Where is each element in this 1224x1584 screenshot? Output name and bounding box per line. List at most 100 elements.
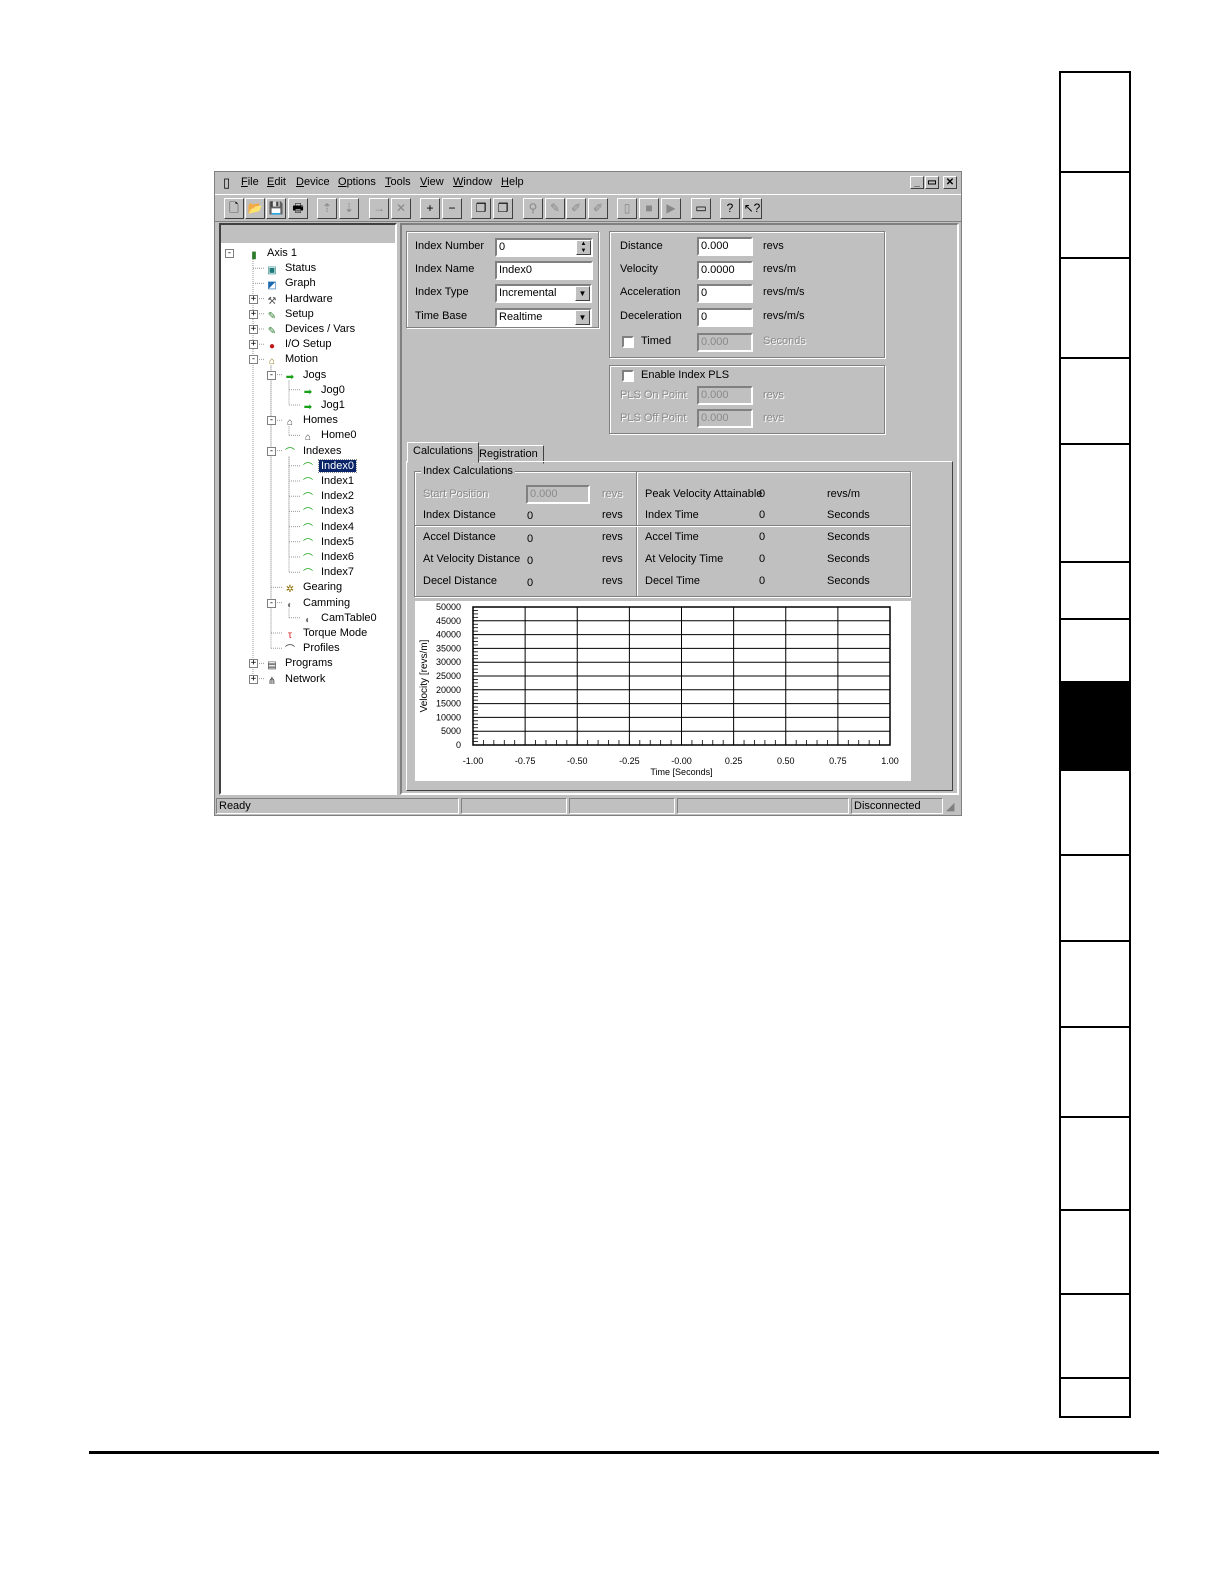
tree-index5[interactable]: ⌒ Index5	[301, 535, 356, 550]
tree-torque-mode[interactable]: τ Torque Mode	[283, 626, 369, 641]
time-base-select[interactable]: Realtime ▼	[495, 308, 592, 327]
expand-icon[interactable]: +	[249, 659, 258, 669]
run-button[interactable]: ▯	[617, 198, 637, 219]
tree-index4[interactable]: ⌒ Index4	[301, 520, 356, 535]
timed-field[interactable]: 0.000	[697, 333, 753, 352]
tree-profiles[interactable]: ⌒ Profiles	[283, 641, 342, 656]
menu-help[interactable]: Help	[501, 176, 524, 188]
close-button[interactable]: ✕	[943, 176, 957, 189]
tree-home0[interactable]: ⌂ Home0	[301, 428, 358, 443]
window-button[interactable]: ▭	[691, 198, 711, 219]
expand-icon[interactable]: +	[249, 325, 258, 334]
collapse-icon[interactable]: -	[267, 370, 276, 380]
tab-calculations[interactable]: Calculations	[407, 442, 479, 463]
tree-graph[interactable]: ◩ Graph	[265, 276, 318, 291]
tree-network[interactable]: ⋔ Network	[265, 672, 327, 687]
delete-button[interactable]: ✕	[391, 198, 411, 219]
tree-devices-vars[interactable]: ✎ Devices / Vars	[265, 322, 357, 337]
edit-button[interactable]: ✎	[545, 198, 565, 219]
timed-checkbox[interactable]	[622, 336, 634, 348]
copy-button[interactable]: ❐	[471, 198, 491, 219]
tree-index0[interactable]: ⌒ Index0	[301, 458, 358, 474]
project-tree[interactable]: ▮ Axis 1 - ▣ Status ◩ Graph ⚒ Hardware + ✎ Setup + ✎ D…	[219, 223, 397, 795]
tree-index1[interactable]: ⌒ Index1	[301, 474, 356, 489]
new-file-button[interactable]: 🗋	[224, 198, 244, 219]
tree-motion[interactable]: ⌂ Motion	[265, 352, 320, 367]
upload-button[interactable]: ⇡	[317, 198, 337, 219]
tree-indexes[interactable]: ⌒ Indexes	[283, 444, 344, 459]
tree-axis1[interactable]: ▮ Axis 1	[247, 246, 299, 261]
insert-button[interactable]: →	[369, 198, 389, 219]
paste-button[interactable]: ❐	[493, 198, 513, 219]
pls-off-field[interactable]: 0.000	[697, 409, 753, 428]
tool-b-button[interactable]: ✐	[588, 198, 608, 219]
distance-field[interactable]: 0.000	[697, 237, 753, 256]
tree-camtable0[interactable]: ◐ CamTable0	[301, 611, 379, 626]
tree-jog0[interactable]: ➡ Jog0	[301, 383, 347, 398]
collapse-icon[interactable]: -	[267, 416, 276, 426]
tree-index6[interactable]: ⌒ Index6	[301, 550, 356, 565]
search-button[interactable]: ⚲	[523, 198, 543, 219]
tree-jogs[interactable]: ➡ Jogs	[283, 368, 328, 383]
stop-button[interactable]: ■	[639, 198, 659, 219]
save-button[interactable]: 💾	[266, 198, 286, 219]
menu-file[interactable]: File	[241, 176, 259, 188]
expand-icon[interactable]: +	[249, 340, 258, 350]
tree-gearing[interactable]: ✲ Gearing	[283, 580, 344, 595]
context-help-button[interactable]: ↖?	[742, 198, 762, 219]
tree-setup[interactable]: ✎ Setup	[265, 307, 316, 322]
expand-icon[interactable]: +	[249, 294, 258, 304]
collapse-icon[interactable]: -	[267, 598, 276, 608]
menu-options[interactable]: Options	[338, 176, 376, 188]
tree-camming[interactable]: ◐ Camming	[283, 596, 352, 611]
add-button[interactable]: +	[420, 198, 440, 219]
acceleration-field[interactable]: 0	[697, 284, 753, 303]
pls-on-field[interactable]: 0.000	[697, 386, 753, 405]
spinner-arrows-icon[interactable]: ▲ ▼	[576, 240, 591, 255]
tree-node-label: Graph	[285, 277, 316, 290]
collapse-icon[interactable]: -	[267, 446, 276, 456]
menu-tools[interactable]: Tools	[385, 176, 411, 188]
tree-index7[interactable]: ⌒ Index7	[301, 565, 356, 580]
help-button[interactable]: ?	[720, 198, 740, 219]
collapse-icon[interactable]: -	[225, 249, 234, 258]
expand-icon[interactable]: +	[249, 674, 258, 684]
tree-status[interactable]: ▣ Status	[265, 261, 318, 276]
status-bar: Ready Disconnected ◢	[215, 797, 961, 815]
tree-node-label: Index4	[321, 520, 355, 533]
velocity-field[interactable]: 0.0000	[697, 261, 753, 280]
tree-homes[interactable]: ⌂ Homes	[283, 413, 340, 428]
tree-hardware[interactable]: ⚒ Hardware	[265, 292, 335, 307]
deceleration-field[interactable]: 0	[697, 308, 753, 327]
step-icon: ▶	[666, 201, 676, 215]
index-number-spinner[interactable]: 0 ▲ ▼	[495, 238, 593, 257]
menu-view[interactable]: View	[420, 176, 444, 188]
menu-window[interactable]: Window	[453, 176, 492, 188]
tree-io-setup[interactable]: ● I/O Setup	[265, 337, 333, 352]
collapse-icon[interactable]: -	[249, 355, 258, 365]
resize-grip-icon[interactable]: ◢	[946, 800, 954, 813]
expand-icon[interactable]: +	[249, 309, 258, 319]
tool-a-button[interactable]: ✐	[566, 198, 586, 219]
tree-index3[interactable]: ⌒ Index3	[301, 504, 356, 519]
x-tick-label: -0.00	[671, 756, 692, 766]
calc-divider-v	[636, 472, 638, 596]
app-icon[interactable]: ▯	[223, 175, 230, 191]
tree-jog1[interactable]: ➡ Jog1	[301, 398, 347, 413]
index-type-select[interactable]: Incremental ▼	[495, 284, 592, 303]
index-name-field[interactable]: Index0	[495, 261, 593, 280]
menu-edit[interactable]: Edit	[267, 176, 286, 188]
chevron-down-icon[interactable]: ▼	[575, 286, 590, 301]
restore-button[interactable]: ▭	[925, 176, 939, 189]
open-file-button[interactable]: 📂	[245, 198, 265, 219]
chevron-down-icon[interactable]: ▼	[575, 310, 590, 325]
print-button[interactable]: 🖶	[288, 198, 308, 219]
tree-index2[interactable]: ⌒ Index2	[301, 489, 356, 504]
enable-pls-checkbox[interactable]	[622, 370, 634, 382]
menu-device[interactable]: Device	[296, 176, 330, 188]
tree-programs[interactable]: ▤ Programs	[265, 656, 335, 671]
remove-button[interactable]: −	[442, 198, 462, 219]
step-button[interactable]: ▶	[661, 198, 681, 219]
minimize-button[interactable]: _	[910, 176, 924, 189]
download-button[interactable]: ⇣	[339, 198, 359, 219]
